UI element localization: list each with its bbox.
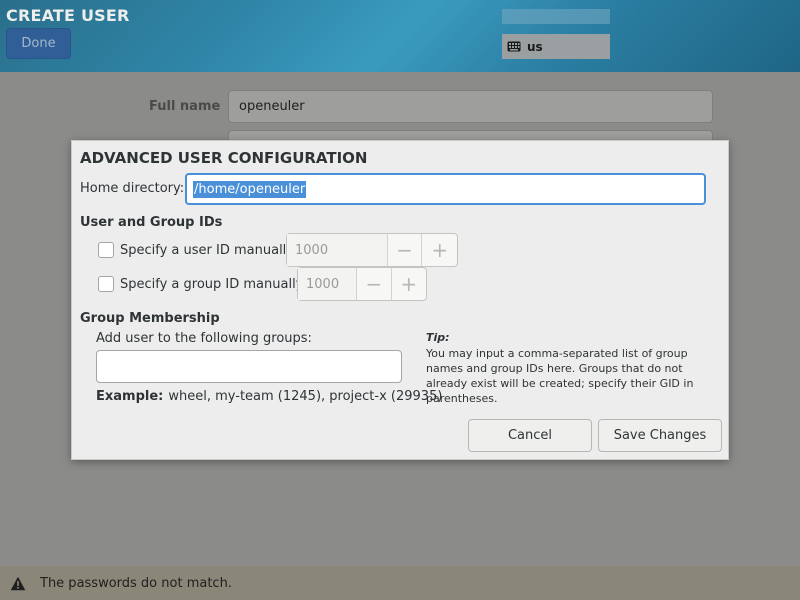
plus-icon: + [431, 238, 449, 262]
home-directory-value: /home/openeuler [193, 180, 307, 198]
warning-icon [10, 576, 26, 590]
advanced-user-config-dialog: ADVANCED USER CONFIGURATION Home directo… [71, 140, 729, 460]
group-id-spinner: 1000 − + [297, 267, 427, 301]
groups-example: Example: wheel, my-team (1245), project-x… [96, 389, 442, 404]
full-name-value: openeuler [239, 99, 305, 114]
example-label: Example: [96, 389, 164, 404]
groups-input-label: Add user to the following groups: [96, 331, 312, 346]
home-directory-input[interactable]: /home/openeuler [185, 173, 706, 205]
home-directory-label: Home directory: [80, 181, 185, 196]
user-id-value[interactable]: 1000 [287, 234, 388, 266]
group-membership-label: Group Membership [80, 311, 220, 326]
tip-text: You may input a comma-separated list of … [426, 347, 694, 405]
save-changes-button[interactable]: Save Changes [598, 419, 722, 452]
keyboard-icon [507, 41, 521, 52]
group-id-value[interactable]: 1000 [298, 268, 358, 300]
group-id-decrement-button[interactable]: − [357, 268, 392, 300]
status-message: The passwords do not match. [40, 575, 232, 591]
header-bar: CREATE USER Done us [0, 0, 800, 72]
plus-icon: + [400, 272, 418, 296]
keyboard-layout-label: us [527, 39, 543, 54]
user-id-checkbox[interactable] [98, 242, 114, 258]
user-id-increment-button[interactable]: + [422, 234, 457, 266]
tip-title: Tip: [426, 331, 450, 344]
group-id-increment-button[interactable]: + [392, 268, 426, 300]
group-id-row: Specify a group ID manually: [98, 276, 307, 292]
group-id-label: Specify a group ID manually: [120, 276, 307, 292]
groups-input[interactable] [96, 350, 402, 383]
minus-icon: − [396, 238, 414, 262]
status-bar: The passwords do not match. [0, 566, 800, 600]
header-progress-strip [502, 9, 610, 24]
full-name-field[interactable]: openeuler [228, 90, 713, 123]
ids-section-label: User and Group IDs [80, 215, 223, 230]
keyboard-layout-indicator[interactable]: us [502, 34, 610, 59]
minus-icon: − [365, 272, 383, 296]
done-button[interactable]: Done [6, 28, 71, 59]
user-id-row: Specify a user ID manually: [98, 242, 297, 258]
user-id-spinner: 1000 − + [286, 233, 458, 267]
full-name-label: Full name [149, 99, 221, 114]
cancel-button[interactable]: Cancel [468, 419, 592, 452]
page-title: CREATE USER [6, 6, 130, 25]
dialog-title: ADVANCED USER CONFIGURATION [80, 149, 368, 167]
user-id-label: Specify a user ID manually: [120, 242, 298, 258]
user-id-decrement-button[interactable]: − [388, 234, 423, 266]
group-id-checkbox[interactable] [98, 276, 114, 292]
example-text: wheel, my-team (1245), project-x (29935) [168, 389, 443, 404]
